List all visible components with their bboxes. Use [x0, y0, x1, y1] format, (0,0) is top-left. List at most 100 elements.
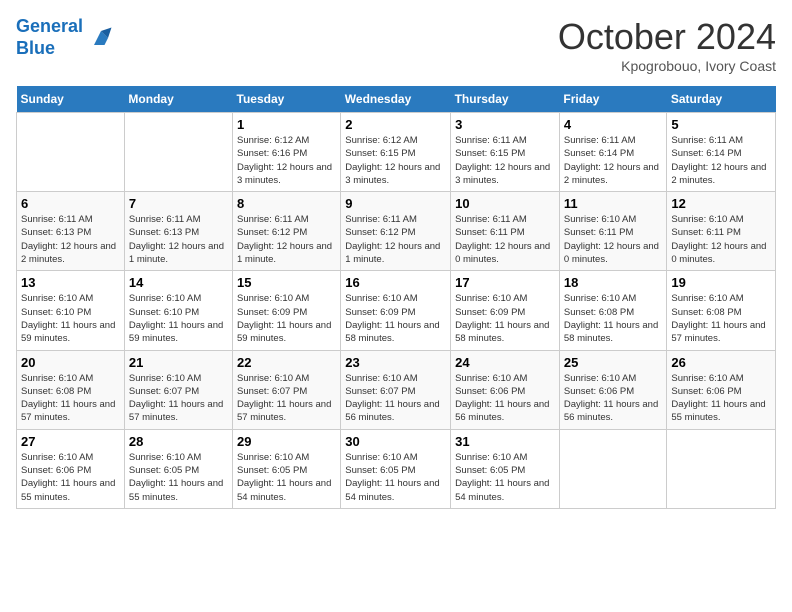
calendar-cell: 4Sunrise: 6:11 AM Sunset: 6:14 PM Daylig…	[559, 113, 666, 192]
cell-info: Sunrise: 6:10 AM Sunset: 6:10 PM Dayligh…	[129, 292, 228, 345]
day-number: 31	[455, 434, 555, 449]
cell-info: Sunrise: 6:11 AM Sunset: 6:11 PM Dayligh…	[455, 213, 555, 266]
calendar-cell: 8 Sunrise: 6:11 AM Sunset: 6:12 PM Daylig…	[233, 192, 341, 271]
cell-info: Sunrise: 6:10 AM Sunset: 6:09 PM Dayligh…	[345, 292, 446, 345]
cell-info: Sunrise: 6:10 AM Sunset: 6:06 PM Dayligh…	[21, 451, 120, 504]
week-row-1: 1 Sunrise: 6:12 AM Sunset: 6:16 PM Daylig…	[17, 113, 776, 192]
calendar-cell: 25 Sunrise: 6:10 AM Sunset: 6:06 PM Dayli…	[559, 350, 666, 429]
day-header-sunday: Sunday	[17, 86, 125, 113]
calendar-cell: 17 Sunrise: 6:10 AM Sunset: 6:09 PM Dayli…	[451, 271, 560, 350]
calendar-cell: 23 Sunrise: 6:10 AM Sunset: 6:07 PM Dayli…	[341, 350, 451, 429]
cell-info: Sunrise: 6:10 AM Sunset: 6:09 PM Dayligh…	[237, 292, 336, 345]
cell-info: Sunrise: 6:11 AM Sunset: 6:14 PM Dayligh…	[564, 134, 662, 187]
cell-info: Sunrise: 6:10 AM Sunset: 6:11 PM Dayligh…	[564, 213, 662, 266]
day-number: 6	[21, 196, 120, 211]
day-number: 23	[345, 355, 446, 370]
cell-info: Sunrise: 6:12 AM Sunset: 6:15 PM Dayligh…	[345, 134, 446, 187]
day-number: 22	[237, 355, 336, 370]
day-number: 12	[671, 196, 771, 211]
cell-info: Sunrise: 6:10 AM Sunset: 6:07 PM Dayligh…	[345, 372, 446, 425]
calendar-cell: 30Sunrise: 6:10 AM Sunset: 6:05 PM Dayli…	[341, 429, 451, 508]
month-title: October 2024	[558, 16, 776, 58]
cell-info: Sunrise: 6:11 AM Sunset: 6:15 PM Dayligh…	[455, 134, 555, 187]
cell-info: Sunrise: 6:10 AM Sunset: 6:05 PM Dayligh…	[345, 451, 446, 504]
day-header-friday: Friday	[559, 86, 666, 113]
calendar-cell: 24Sunrise: 6:10 AM Sunset: 6:06 PM Dayli…	[451, 350, 560, 429]
day-number: 17	[455, 275, 555, 290]
cell-info: Sunrise: 6:10 AM Sunset: 6:06 PM Dayligh…	[455, 372, 555, 425]
day-number: 28	[129, 434, 228, 449]
day-number: 11	[564, 196, 662, 211]
calendar-cell: 21Sunrise: 6:10 AM Sunset: 6:07 PM Dayli…	[124, 350, 232, 429]
calendar-cell: 31 Sunrise: 6:10 AM Sunset: 6:05 PM Dayli…	[451, 429, 560, 508]
cell-info: Sunrise: 6:10 AM Sunset: 6:10 PM Dayligh…	[21, 292, 120, 345]
week-row-2: 6 Sunrise: 6:11 AM Sunset: 6:13 PM Daylig…	[17, 192, 776, 271]
calendar-header-row: SundayMondayTuesdayWednesdayThursdayFrid…	[17, 86, 776, 113]
week-row-3: 13 Sunrise: 6:10 AM Sunset: 6:10 PM Dayli…	[17, 271, 776, 350]
calendar-cell: 3 Sunrise: 6:11 AM Sunset: 6:15 PM Daylig…	[451, 113, 560, 192]
day-number: 10	[455, 196, 555, 211]
calendar-cell: 13 Sunrise: 6:10 AM Sunset: 6:10 PM Dayli…	[17, 271, 125, 350]
day-number: 3	[455, 117, 555, 132]
location: Kpogrobouo, Ivory Coast	[558, 58, 776, 74]
day-number: 5	[671, 117, 771, 132]
day-number: 18	[564, 275, 662, 290]
cell-info: Sunrise: 6:10 AM Sunset: 6:09 PM Dayligh…	[455, 292, 555, 345]
calendar-cell	[559, 429, 666, 508]
day-header-monday: Monday	[124, 86, 232, 113]
calendar-cell: 16 Sunrise: 6:10 AM Sunset: 6:09 PM Dayli…	[341, 271, 451, 350]
day-number: 9	[345, 196, 446, 211]
day-number: 16	[345, 275, 446, 290]
calendar-cell: 6 Sunrise: 6:11 AM Sunset: 6:13 PM Daylig…	[17, 192, 125, 271]
cell-info: Sunrise: 6:10 AM Sunset: 6:05 PM Dayligh…	[129, 451, 228, 504]
calendar-cell: 7 Sunrise: 6:11 AM Sunset: 6:13 PM Daylig…	[124, 192, 232, 271]
day-number: 14	[129, 275, 228, 290]
day-number: 13	[21, 275, 120, 290]
day-header-thursday: Thursday	[451, 86, 560, 113]
calendar-cell: 18Sunrise: 6:10 AM Sunset: 6:08 PM Dayli…	[559, 271, 666, 350]
day-number: 2	[345, 117, 446, 132]
calendar-cell: 9Sunrise: 6:11 AM Sunset: 6:12 PM Daylig…	[341, 192, 451, 271]
cell-info: Sunrise: 6:12 AM Sunset: 6:16 PM Dayligh…	[237, 134, 336, 187]
day-number: 27	[21, 434, 120, 449]
calendar-cell	[124, 113, 232, 192]
cell-info: Sunrise: 6:10 AM Sunset: 6:05 PM Dayligh…	[237, 451, 336, 504]
day-number: 7	[129, 196, 228, 211]
calendar-cell: 10 Sunrise: 6:11 AM Sunset: 6:11 PM Dayli…	[451, 192, 560, 271]
day-number: 21	[129, 355, 228, 370]
calendar-cell: 26Sunrise: 6:10 AM Sunset: 6:06 PM Dayli…	[667, 350, 776, 429]
cell-info: Sunrise: 6:10 AM Sunset: 6:08 PM Dayligh…	[671, 292, 771, 345]
calendar-cell: 1 Sunrise: 6:12 AM Sunset: 6:16 PM Daylig…	[233, 113, 341, 192]
day-number: 25	[564, 355, 662, 370]
cell-info: Sunrise: 6:10 AM Sunset: 6:08 PM Dayligh…	[21, 372, 120, 425]
day-number: 15	[237, 275, 336, 290]
cell-info: Sunrise: 6:10 AM Sunset: 6:07 PM Dayligh…	[237, 372, 336, 425]
cell-info: Sunrise: 6:10 AM Sunset: 6:05 PM Dayligh…	[455, 451, 555, 504]
cell-info: Sunrise: 6:11 AM Sunset: 6:12 PM Dayligh…	[237, 213, 336, 266]
cell-info: Sunrise: 6:11 AM Sunset: 6:13 PM Dayligh…	[21, 213, 120, 266]
calendar-cell: 29Sunrise: 6:10 AM Sunset: 6:05 PM Dayli…	[233, 429, 341, 508]
week-row-4: 20Sunrise: 6:10 AM Sunset: 6:08 PM Dayli…	[17, 350, 776, 429]
cell-info: Sunrise: 6:10 AM Sunset: 6:06 PM Dayligh…	[564, 372, 662, 425]
cell-info: Sunrise: 6:11 AM Sunset: 6:13 PM Dayligh…	[129, 213, 228, 266]
cell-info: Sunrise: 6:10 AM Sunset: 6:11 PM Dayligh…	[671, 213, 771, 266]
calendar-cell: 15 Sunrise: 6:10 AM Sunset: 6:09 PM Dayli…	[233, 271, 341, 350]
page-header: General Blue October 2024 Kpogrobouo, Iv…	[16, 16, 776, 74]
calendar-table: SundayMondayTuesdayWednesdayThursdayFrid…	[16, 86, 776, 509]
calendar-cell: 2 Sunrise: 6:12 AM Sunset: 6:15 PM Daylig…	[341, 113, 451, 192]
day-header-saturday: Saturday	[667, 86, 776, 113]
day-number: 19	[671, 275, 771, 290]
calendar-cell	[17, 113, 125, 192]
calendar-cell	[667, 429, 776, 508]
logo-icon	[87, 24, 115, 52]
cell-info: Sunrise: 6:11 AM Sunset: 6:14 PM Dayligh…	[671, 134, 771, 187]
day-number: 1	[237, 117, 336, 132]
logo-text: General Blue	[16, 16, 83, 59]
calendar-cell: 20Sunrise: 6:10 AM Sunset: 6:08 PM Dayli…	[17, 350, 125, 429]
calendar-cell: 14 Sunrise: 6:10 AM Sunset: 6:10 PM Dayli…	[124, 271, 232, 350]
day-header-tuesday: Tuesday	[233, 86, 341, 113]
day-number: 26	[671, 355, 771, 370]
calendar-cell: 5 Sunrise: 6:11 AM Sunset: 6:14 PM Daylig…	[667, 113, 776, 192]
day-number: 8	[237, 196, 336, 211]
calendar-cell: 12 Sunrise: 6:10 AM Sunset: 6:11 PM Dayli…	[667, 192, 776, 271]
